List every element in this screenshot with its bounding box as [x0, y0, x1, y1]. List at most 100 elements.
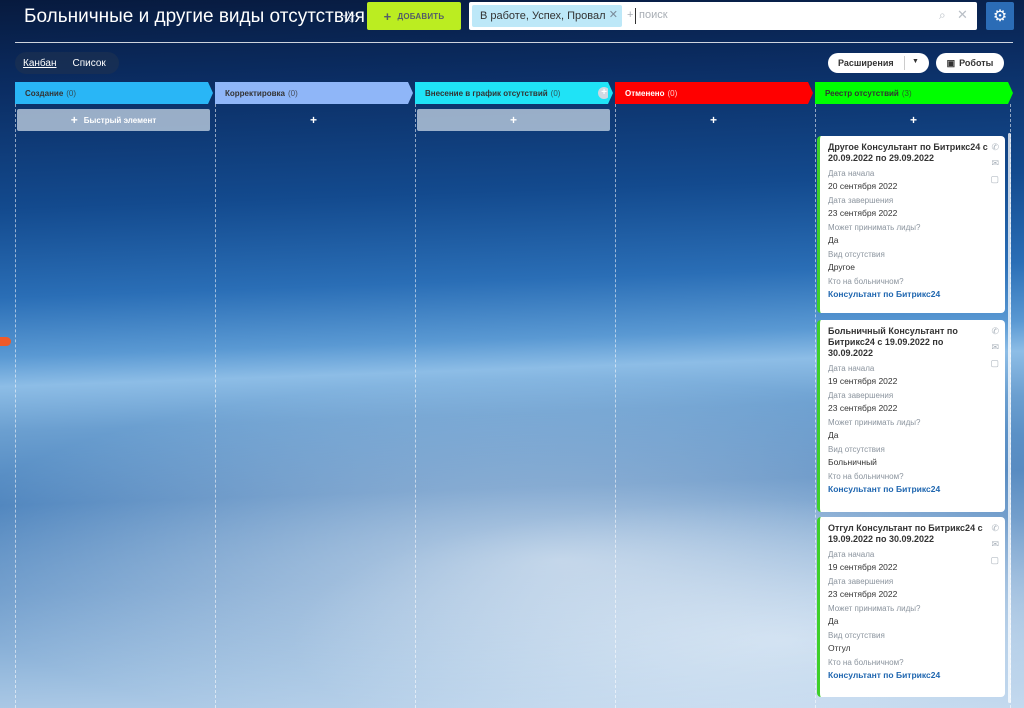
add-item-button[interactable]: + — [417, 109, 610, 131]
column-count: (0) — [550, 88, 561, 98]
add-button-label: ДОБАВИТЬ — [397, 11, 445, 21]
plus-icon: + — [709, 113, 717, 127]
scrollbar[interactable] — [1008, 133, 1011, 703]
field-label: Вид отсутствия — [828, 445, 885, 454]
settings-button[interactable]: ⚙ — [986, 2, 1014, 30]
column-header[interactable]: Корректировка (0) — [215, 82, 413, 104]
plus-icon: + — [309, 113, 317, 127]
field-value: 23 сентября 2022 — [828, 403, 898, 413]
page-title: Больничные и другие виды отсутствия — [24, 6, 365, 27]
add-item-button[interactable]: + — [617, 109, 810, 131]
chevron-down-icon[interactable]: ▼ — [912, 58, 919, 65]
employee-link[interactable]: Консультант по Битрикс24 — [828, 484, 997, 494]
column-body: + — [415, 104, 611, 708]
plus-icon: + — [383, 8, 392, 24]
kanban-card[interactable]: ✆ ✉ ▢ Другое Консультант по Битрикс24 с … — [817, 136, 1005, 313]
robots-label: Роботы — [959, 58, 994, 68]
field-label: Дата завершения — [828, 391, 894, 400]
kanban-column: Создание (0) + Быстрый элемент — [15, 82, 213, 708]
quick-add-label: Быстрый элемент — [83, 115, 157, 125]
star-icon[interactable]: ☆ — [341, 8, 356, 28]
field-label: Дата начала — [828, 550, 875, 559]
field-value: 20 сентября 2022 — [828, 181, 898, 191]
extensions-button[interactable]: Расширения ▼ — [828, 53, 929, 73]
kanban-card[interactable]: ✆ ✉ ▢ Больничный Консультант по Битрикс2… — [817, 320, 1005, 512]
employee-link[interactable]: Консультант по Битрикс24 — [828, 289, 997, 299]
field-label: Дата завершения — [828, 577, 894, 586]
phone-icon[interactable]: ✆ — [991, 523, 999, 534]
robot-icon: ▣ — [946, 57, 956, 68]
add-item-button[interactable]: + — [817, 109, 1010, 131]
column-title: Корректировка — [225, 88, 285, 98]
column-header[interactable]: Внесение в график отсутствий (0) + — [415, 82, 613, 104]
field-value: 23 сентября 2022 — [828, 208, 898, 218]
mail-icon[interactable]: ✉ — [991, 158, 999, 169]
mail-icon[interactable]: ✉ — [991, 539, 999, 550]
column-title: Реестр отсутствий — [825, 88, 899, 98]
extensions-label: Расширения — [838, 58, 894, 68]
add-item-button[interactable]: + — [217, 109, 410, 131]
add-button[interactable]: + ДОБАВИТЬ — [367, 2, 461, 30]
close-icon[interactable]: ✕ — [609, 8, 618, 21]
field-label: Может принимать лиды? — [828, 604, 921, 613]
column-title: Внесение в график отсутствий — [425, 88, 548, 98]
field-value: Другое — [828, 262, 856, 272]
tab-list[interactable]: Список — [65, 58, 114, 69]
filter-chip[interactable]: В работе, Успех, Провал ✕ — [472, 5, 622, 27]
field-value: 23 сентября 2022 — [828, 589, 898, 599]
add-field-button[interactable]: + — [627, 9, 633, 21]
column-count: (0) — [66, 88, 77, 98]
column-header[interactable]: Создание (0) — [15, 82, 213, 104]
field-label: Может принимать лиды? — [828, 418, 921, 427]
search-input[interactable]: поиск — [639, 9, 668, 21]
chat-icon[interactable]: ▢ — [990, 555, 999, 566]
kanban-column: Отменено (0) + — [615, 82, 813, 708]
field-value: Отгул — [828, 643, 851, 653]
divider — [904, 56, 905, 70]
column-count: (3) — [901, 88, 912, 98]
employee-link[interactable]: Консультант по Битрикс24 — [828, 670, 997, 680]
field-label: Вид отсутствия — [828, 250, 885, 259]
column-count: (0) — [667, 88, 678, 98]
field-value: Больничный — [828, 457, 877, 467]
view-switcher: Канбан Список — [15, 52, 119, 74]
plus-icon: + — [909, 113, 917, 127]
phone-icon[interactable]: ✆ — [991, 142, 999, 153]
plus-icon: + — [70, 113, 78, 127]
field-value: Да — [828, 235, 839, 245]
column-body: + — [215, 104, 411, 708]
search-bar[interactable]: В работе, Успех, Провал ✕ + поиск ⌕ ✕ — [469, 2, 977, 30]
clear-icon[interactable]: ✕ — [957, 7, 968, 23]
field-label: Дата начала — [828, 364, 875, 373]
column-title: Отменено — [625, 88, 665, 98]
field-label: Кто на больничном? — [828, 472, 904, 481]
column-header[interactable]: Реестр отсутствий (3) — [815, 82, 1013, 104]
add-column-icon[interactable]: + — [598, 87, 610, 99]
search-icon[interactable]: ⌕ — [939, 8, 946, 23]
divider — [15, 42, 1013, 43]
card-title[interactable]: Больничный Консультант по Битрикс24 с 19… — [828, 326, 988, 359]
column-body: + — [615, 104, 811, 708]
field-value: 19 сентября 2022 — [828, 562, 898, 572]
card-title[interactable]: Отгул Консультант по Битрикс24 с 19.09.2… — [828, 523, 988, 545]
mail-icon[interactable]: ✉ — [991, 342, 999, 353]
chat-icon[interactable]: ▢ — [990, 174, 999, 185]
plus-icon: + — [509, 113, 517, 127]
column-header[interactable]: Отменено (0) — [615, 82, 813, 104]
column-body: + ✆ ✉ ▢ Другое Консультант по Битрикс24 … — [815, 104, 1011, 708]
field-label: Вид отсутствия — [828, 631, 885, 640]
phone-icon[interactable]: ✆ — [991, 326, 999, 337]
robots-button[interactable]: ▣ Роботы — [936, 53, 1004, 73]
chat-icon[interactable]: ▢ — [990, 358, 999, 369]
kanban-column: Корректировка (0) + — [215, 82, 413, 708]
quick-add-button[interactable]: + Быстрый элемент — [17, 109, 210, 131]
kanban-card[interactable]: ✆ ✉ ▢ Отгул Консультант по Битрикс24 с 1… — [817, 517, 1005, 697]
card-title[interactable]: Другое Консультант по Битрикс24 с 20.09.… — [828, 142, 988, 164]
text-cursor — [635, 8, 636, 24]
field-value: 19 сентября 2022 — [828, 376, 898, 386]
side-tab-icon[interactable] — [0, 337, 11, 346]
column-count: (0) — [287, 88, 298, 98]
field-value: Да — [828, 430, 839, 440]
tab-kanban[interactable]: Канбан — [15, 58, 65, 69]
field-label: Может принимать лиды? — [828, 223, 921, 232]
